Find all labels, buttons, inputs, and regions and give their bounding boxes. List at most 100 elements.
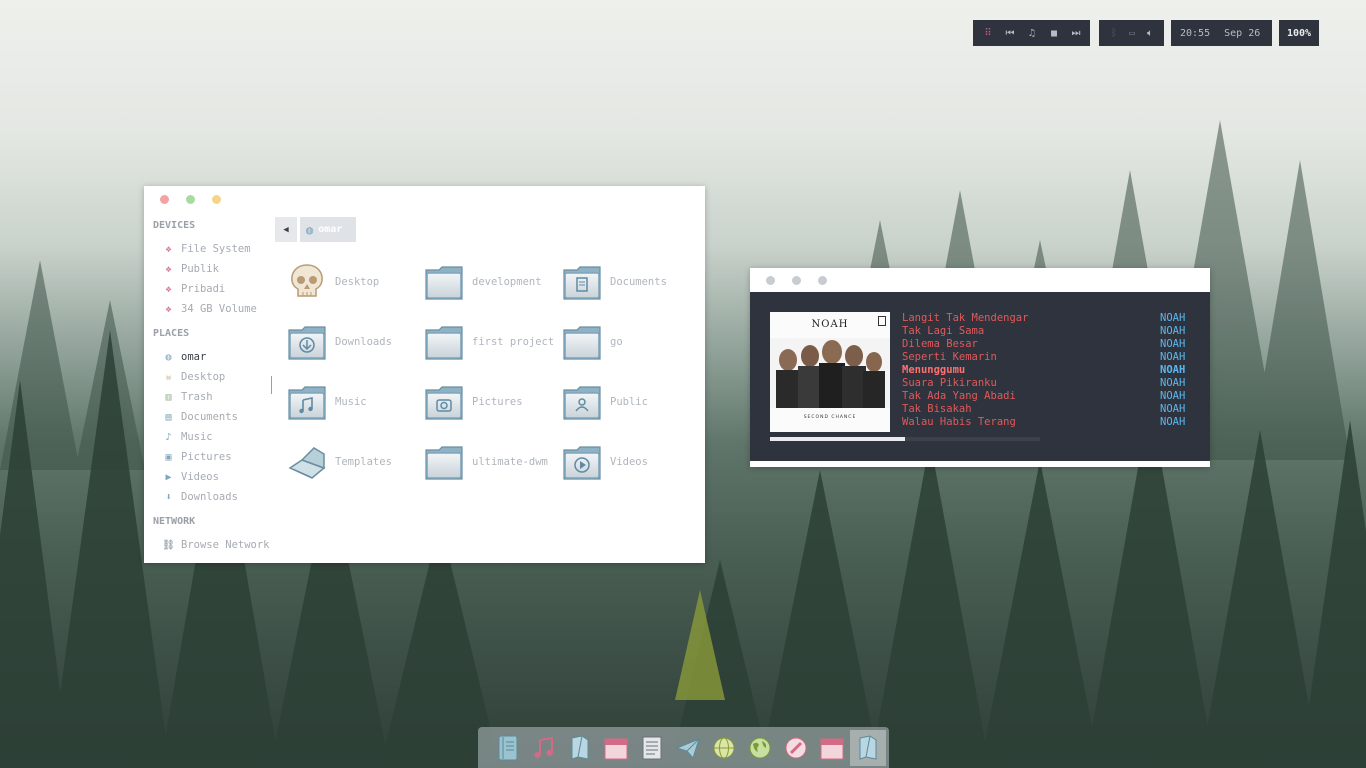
file-item-label: Videos: [610, 456, 648, 468]
calendar-alt-icon[interactable]: [814, 730, 850, 766]
file-item-downloads[interactable]: Downloads: [287, 317, 425, 367]
sidebar-item-pribadi[interactable]: ❖ Pribadi: [162, 280, 225, 298]
globe-icon[interactable]: [706, 730, 742, 766]
track-title[interactable]: Tak Lagi Sama: [902, 325, 984, 338]
next-track-icon[interactable]: ⏭: [1065, 20, 1087, 46]
file-item-label: Music: [335, 396, 367, 408]
sidebar-item-34gb-volume[interactable]: ❖ 34 GB Volume: [162, 300, 256, 318]
folder-icon: [562, 322, 602, 362]
breadcrumb-label: omar: [318, 224, 343, 235]
sidebar-resize-handle[interactable]: [271, 376, 272, 394]
band-photo: [770, 338, 890, 408]
stop-icon[interactable]: ■: [1043, 20, 1065, 46]
maximize-button[interactable]: [792, 276, 801, 285]
sidebar-item-publik[interactable]: ❖ Publik: [162, 260, 218, 278]
back-button[interactable]: ◀: [275, 217, 297, 242]
file-item-pictures[interactable]: Pictures: [424, 377, 562, 427]
breadcrumb-omar[interactable]: ◍ omar: [300, 217, 356, 242]
folder-music-icon: ♪: [165, 431, 172, 443]
minimize-button[interactable]: [212, 195, 221, 204]
track-title[interactable]: Seperti Kemarin: [902, 351, 997, 364]
file-item-label: Templates: [335, 456, 392, 468]
maximize-button[interactable]: [186, 195, 195, 204]
folder-music-icon: [287, 382, 327, 422]
calendar-icon[interactable]: [598, 730, 634, 766]
track-title[interactable]: Tak Bisakah: [902, 403, 972, 416]
track-title[interactable]: Tak Ada Yang Abadi: [902, 390, 1016, 403]
music-icon[interactable]: [526, 730, 562, 766]
file-item-label: development: [472, 276, 542, 288]
close-button[interactable]: [160, 195, 169, 204]
file-manager-window: DEVICES ❖ File System ❖ Publik ❖ Pribadi ❖ 3…: [144, 186, 705, 563]
file-item-templates[interactable]: Templates: [287, 437, 425, 487]
track-artist: NOAH: [1160, 351, 1186, 363]
progress-fill: [770, 437, 905, 441]
network-icon: ⛓: [162, 539, 175, 551]
track-artist: NOAH: [1160, 416, 1186, 428]
file-item-label: go: [610, 336, 623, 348]
folder-videos-icon: ▶: [165, 471, 172, 483]
file-item-public[interactable]: Public: [562, 377, 700, 427]
sidebar-item-desktop[interactable]: ☠ Desktop: [162, 368, 225, 386]
status-icons-block: ᛒ ▭ 🔈︎: [1099, 20, 1164, 46]
file-item-first-project[interactable]: first project: [424, 317, 562, 367]
skull-icon: [287, 262, 327, 302]
apps-grid-icon[interactable]: ⠿: [977, 20, 999, 46]
sidebar-item-downloads[interactable]: ⬇ Downloads: [162, 488, 237, 506]
close-button[interactable]: [766, 276, 775, 285]
folder-icon: [424, 262, 464, 302]
track-artist: NOAH: [1160, 338, 1186, 350]
drive-icon: ❖: [165, 303, 172, 315]
sidebar-item-file-system[interactable]: ❖ File System: [162, 240, 250, 258]
sidebar-item-browse-network[interactable]: ⛓ Browse Network: [162, 536, 269, 554]
file-item-label: Public: [610, 396, 648, 408]
earth-icon[interactable]: [742, 730, 778, 766]
trash-icon: ▥: [165, 391, 172, 403]
sidebar-item-music[interactable]: ♪ Music: [162, 428, 212, 446]
telegram-icon[interactable]: [670, 730, 706, 766]
section-network: NETWORK: [153, 516, 196, 527]
pen-icon[interactable]: [778, 730, 814, 766]
album-title: SECOND CHANCE: [803, 415, 857, 420]
sidebar-item-pictures[interactable]: ▣ Pictures: [162, 448, 231, 466]
file-item-ultimate-dwm[interactable]: ultimate-dwm: [424, 437, 562, 487]
minimize-button[interactable]: [818, 276, 827, 285]
notebook-icon[interactable]: [490, 730, 526, 766]
file-item-development[interactable]: development: [424, 257, 562, 307]
track-title[interactable]: Dilema Besar: [902, 338, 978, 351]
player-panel: NOAH SECOND CHANCE Langit Tak Mendengar N…: [750, 292, 1210, 461]
track-artist: NOAH: [1160, 390, 1186, 402]
progress-track[interactable]: [770, 437, 1040, 441]
sidebar-item-documents[interactable]: ▤ Documents: [162, 408, 237, 426]
files-active-icon[interactable]: [850, 729, 886, 766]
track-title[interactable]: Menunggumu: [902, 364, 965, 377]
file-item-label: first project: [472, 336, 555, 348]
file-item-go[interactable]: go: [562, 317, 700, 367]
volume-icon[interactable]: 🔈︎: [1141, 20, 1159, 46]
folder-documents-icon: ▤: [165, 411, 172, 423]
file-item-desktop[interactable]: Desktop: [287, 257, 425, 307]
network-icon[interactable]: ▭: [1123, 20, 1141, 46]
track-title[interactable]: Langit Tak Mendengar: [902, 312, 1028, 325]
sidebar-item-trash[interactable]: ▥ Trash: [162, 388, 212, 406]
section-devices: DEVICES: [153, 220, 196, 231]
skull-icon: ☠: [165, 371, 172, 383]
track-title[interactable]: Walau Habis Terang: [902, 416, 1016, 429]
file-item-music[interactable]: Music: [287, 377, 425, 427]
files-icon[interactable]: [562, 730, 598, 766]
file-item-videos[interactable]: Videos: [562, 437, 700, 487]
file-item-label: Downloads: [335, 336, 392, 348]
music-note-icon[interactable]: ♫: [1021, 20, 1043, 46]
folder-icon: [424, 322, 464, 362]
prev-track-icon[interactable]: ⏮: [999, 20, 1021, 46]
document-icon[interactable]: [634, 730, 670, 766]
folder-public-icon: [562, 382, 602, 422]
folder-download-icon: ⬇: [165, 491, 172, 503]
file-item-label: Pictures: [472, 396, 523, 408]
sidebar-item-videos[interactable]: ▶ Videos: [162, 468, 218, 486]
track-title[interactable]: Suara Pikiranku: [902, 377, 997, 390]
file-item-documents[interactable]: Documents: [562, 257, 700, 307]
sidebar-item-omar[interactable]: ◍ omar: [162, 348, 206, 366]
bluetooth-icon[interactable]: ᛒ: [1105, 20, 1123, 46]
folder-documents-icon: [562, 262, 602, 302]
